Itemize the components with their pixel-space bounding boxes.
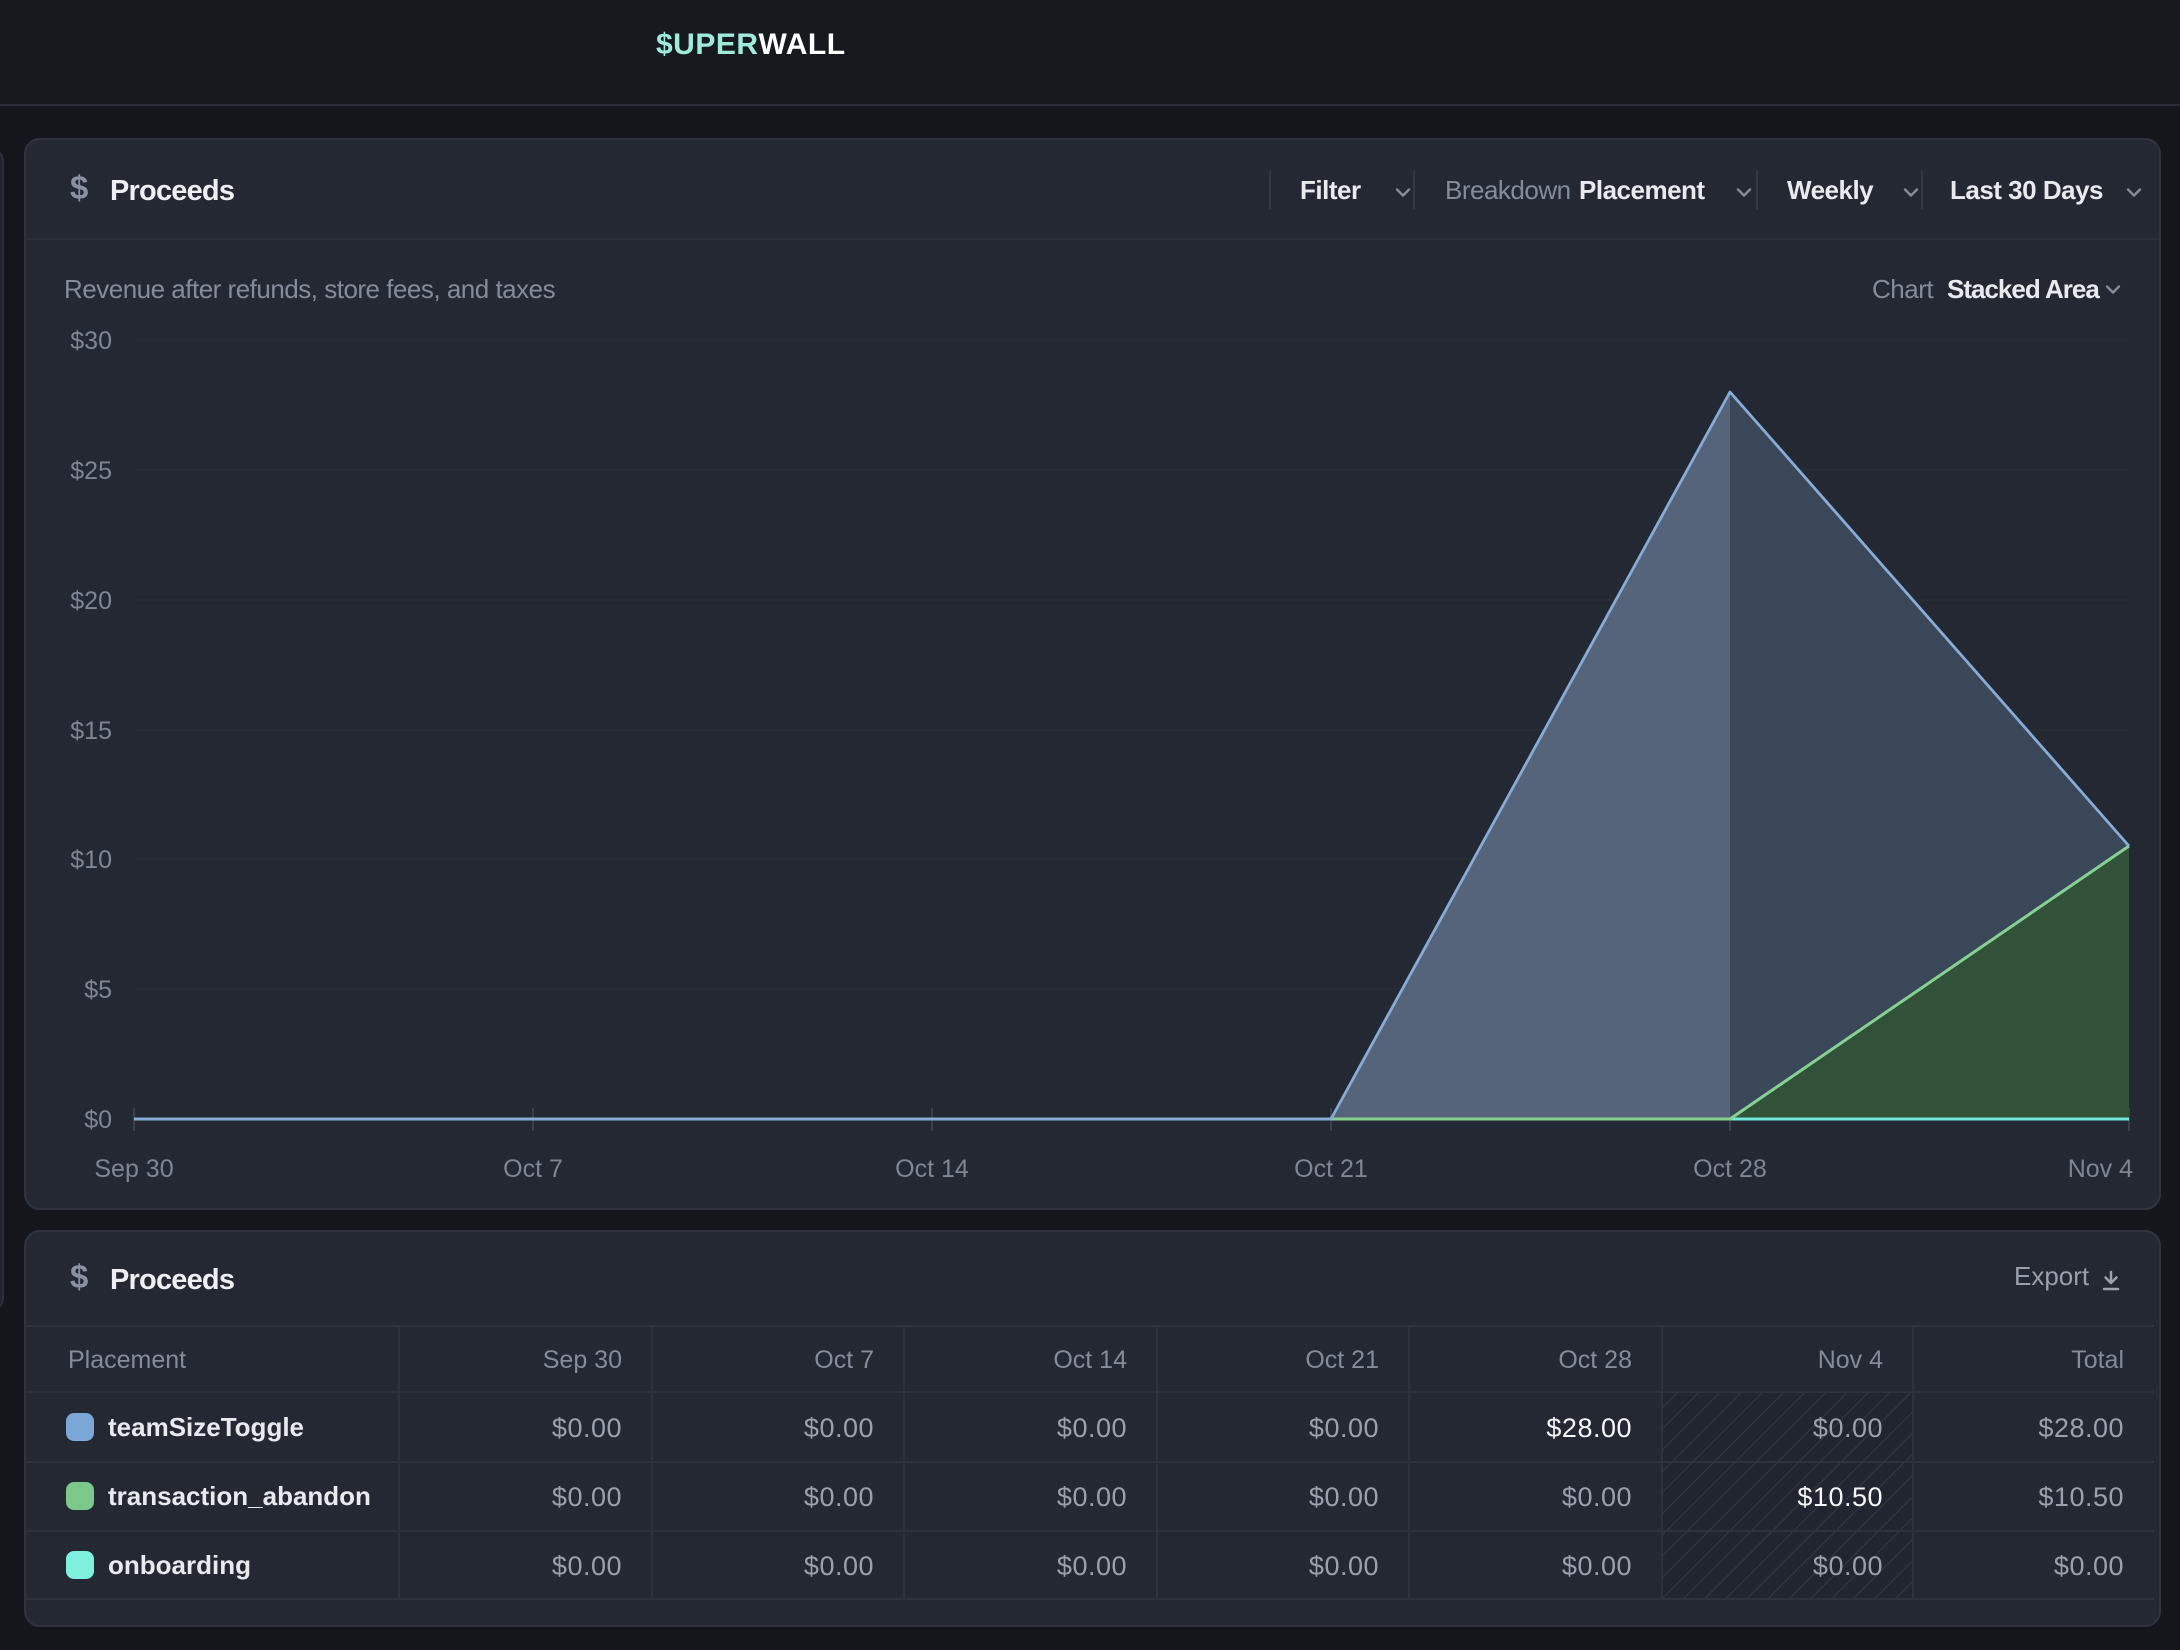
svg-text:$28.00: $28.00: [1546, 1413, 1632, 1443]
svg-text:$25: $25: [70, 457, 112, 485]
svg-text:$0.00: $0.00: [1813, 1551, 1883, 1581]
svg-text:$0.00: $0.00: [1057, 1413, 1127, 1443]
svg-text:$0.00: $0.00: [1057, 1551, 1127, 1581]
svg-text:$10.50: $10.50: [2038, 1482, 2124, 1512]
svg-text:$0.00: $0.00: [1309, 1482, 1379, 1512]
svg-text:$10: $10: [70, 846, 112, 874]
svg-text:Placement: Placement: [68, 1346, 186, 1374]
svg-text:$10.50: $10.50: [1797, 1482, 1883, 1512]
svg-text:$28.00: $28.00: [2038, 1413, 2124, 1443]
svg-text:$0: $0: [84, 1106, 112, 1134]
svg-text:transaction_abandon: transaction_abandon: [108, 1481, 371, 1511]
svg-text:$0.00: $0.00: [1057, 1482, 1127, 1512]
svg-text:$0.00: $0.00: [552, 1551, 622, 1581]
svg-text:$0.00: $0.00: [804, 1413, 874, 1443]
svg-text:Total: Total: [2071, 1346, 2124, 1374]
svg-text:$0.00: $0.00: [1562, 1482, 1632, 1512]
svg-text:onboarding: onboarding: [108, 1550, 251, 1580]
svg-text:Oct 21: Oct 21: [1294, 1155, 1368, 1183]
svg-text:$0.00: $0.00: [2054, 1551, 2124, 1581]
svg-text:$0.00: $0.00: [804, 1482, 874, 1512]
svg-text:$0.00: $0.00: [804, 1551, 874, 1581]
svg-text:teamSizeToggle: teamSizeToggle: [108, 1412, 304, 1442]
svg-text:Nov 4: Nov 4: [2068, 1155, 2133, 1183]
svg-text:$0.00: $0.00: [1309, 1551, 1379, 1581]
svg-text:Oct 7: Oct 7: [503, 1155, 563, 1183]
svg-text:Oct 7: Oct 7: [814, 1346, 874, 1374]
svg-text:Sep 30: Sep 30: [543, 1346, 622, 1374]
svg-text:$15: $15: [70, 717, 112, 745]
svg-text:Oct 14: Oct 14: [1053, 1346, 1127, 1374]
svg-text:$30: $30: [70, 327, 112, 355]
svg-text:$20: $20: [70, 587, 112, 615]
svg-text:Oct 14: Oct 14: [895, 1155, 969, 1183]
svg-text:Oct 28: Oct 28: [1693, 1155, 1767, 1183]
svg-text:$0.00: $0.00: [1813, 1413, 1883, 1443]
svg-text:$0.00: $0.00: [552, 1413, 622, 1443]
svg-text:$0.00: $0.00: [552, 1482, 622, 1512]
svg-text:Oct 28: Oct 28: [1558, 1346, 1632, 1374]
svg-text:$0.00: $0.00: [1309, 1413, 1379, 1443]
svg-text:$0.00: $0.00: [1562, 1551, 1632, 1581]
svg-text:Oct 21: Oct 21: [1305, 1346, 1379, 1374]
svg-text:$5: $5: [84, 976, 112, 1004]
svg-text:Nov 4: Nov 4: [1818, 1346, 1883, 1374]
svg-text:Sep 30: Sep 30: [94, 1155, 173, 1183]
